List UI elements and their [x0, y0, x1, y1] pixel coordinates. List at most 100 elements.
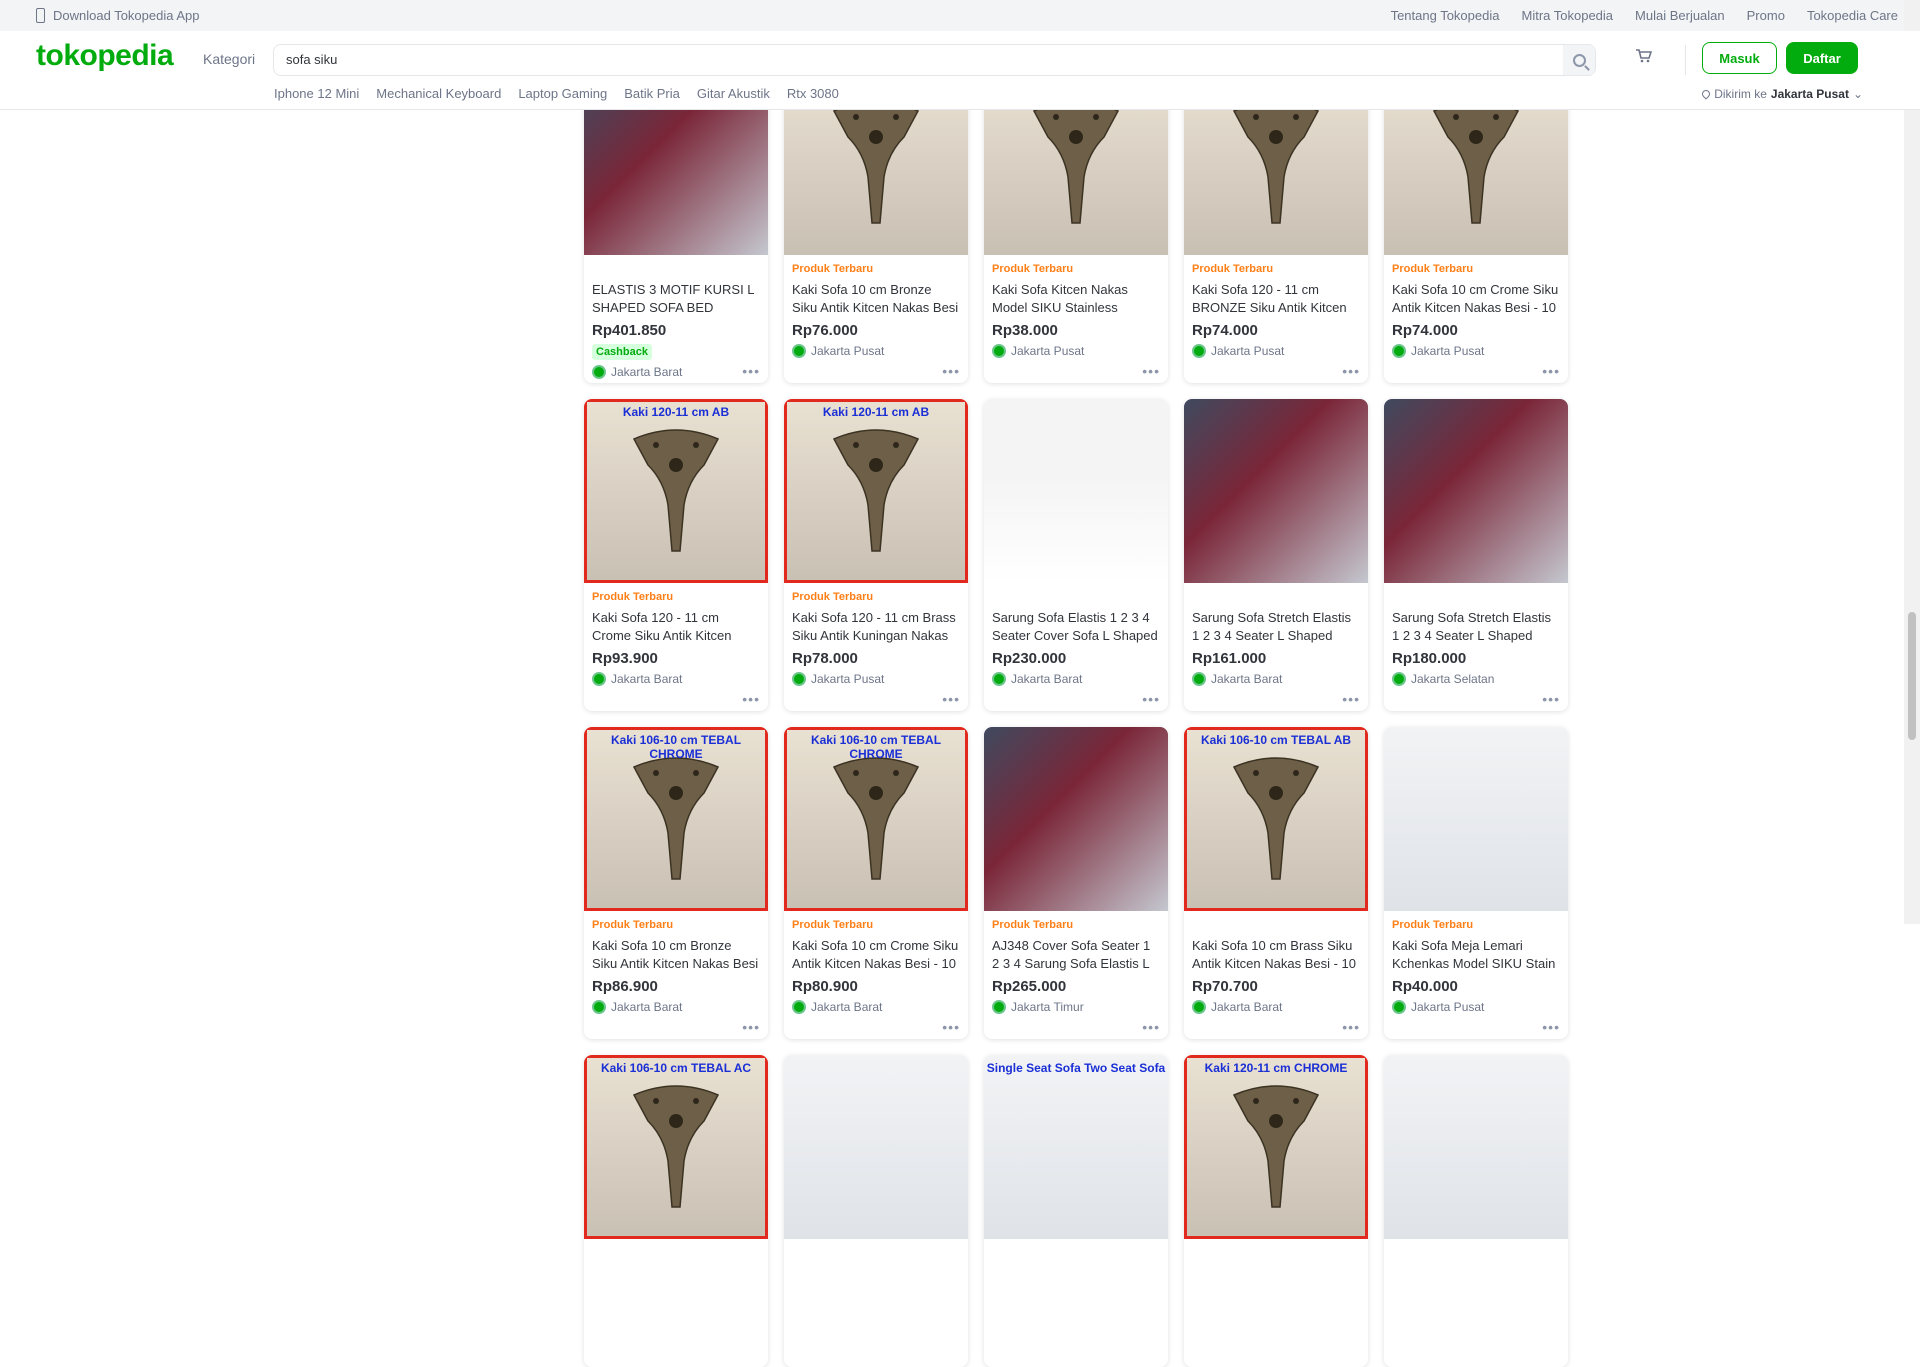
product-image[interactable]	[1384, 1055, 1568, 1239]
more-options-icon[interactable]: •••	[1142, 692, 1160, 706]
product-card[interactable]: Kaki 106-10 cm TEBAL CHROME Produk Terbar…	[784, 727, 968, 1039]
product-image[interactable]: Single Seat Sofa Two Seat Sofa	[984, 1055, 1168, 1239]
location-label: Jakarta Barat	[811, 1000, 883, 1014]
product-image[interactable]	[984, 727, 1168, 911]
more-options-icon[interactable]: •••	[942, 692, 960, 706]
scrollbar-thumb[interactable]	[1908, 612, 1916, 740]
suggestion-link[interactable]: Mechanical Keyboard	[376, 86, 501, 101]
more-options-icon[interactable]: •••	[1542, 692, 1560, 706]
product-card[interactable]: Kaki 120-11 cm AB Produk Terbaru Kaki Sofa…	[784, 399, 968, 711]
product-title[interactable]: ELASTIS 3 MOTIF KURSI L SHAPED SOFA BED …	[592, 281, 760, 317]
more-options-icon[interactable]: •••	[1342, 692, 1360, 706]
register-button[interactable]: Daftar	[1786, 42, 1858, 74]
more-options-icon[interactable]: •••	[1542, 1020, 1560, 1034]
product-title[interactable]	[592, 1265, 760, 1301]
product-card[interactable]: Kaki 120-11 cm AB Produk Terbaru Kaki Sofa…	[584, 399, 768, 711]
product-card[interactable]: Kaki 106-10 cm TEBAL AC	[584, 1055, 768, 1367]
product-title[interactable]: Kaki Sofa 120 - 11 cm BRONZE Siku Antik …	[1192, 281, 1360, 317]
product-title[interactable]: Kaki Sofa 120 - 11 cm Crome Siku Antik K…	[592, 609, 760, 645]
product-card[interactable]	[1384, 1055, 1568, 1367]
product-price: Rp86.900	[592, 978, 658, 995]
more-options-icon[interactable]: •••	[1542, 364, 1560, 378]
product-info: Produk Terbaru Kaki Sofa 10 cm Crome Siku…	[1384, 255, 1568, 358]
product-card[interactable]: Kaki 106-10 cm TEBAL AB Kaki Sofa 10 cm B…	[1184, 727, 1368, 1039]
product-title[interactable]: Sarung Sofa Stretch Elastis 1 2 3 4 Seat…	[1392, 609, 1560, 645]
more-options-icon[interactable]: •••	[942, 364, 960, 378]
product-card[interactable]: Kaki 106-10 cm TEBAL CHROME Produk Terbar…	[584, 727, 768, 1039]
product-image[interactable]	[1384, 399, 1568, 583]
product-card[interactable]: Single Seat Sofa Two Seat Sofa	[984, 1055, 1168, 1367]
kategori-menu[interactable]: Kategori	[203, 51, 255, 67]
product-title[interactable]: Sarung Sofa Stretch Elastis 1 2 3 4 Seat…	[1192, 609, 1360, 645]
more-options-icon[interactable]: •••	[742, 364, 760, 378]
product-card[interactable]: Kaki 120-11 cm CHROME	[1184, 1055, 1368, 1367]
product-image[interactable]: Kaki 106-10 cm TEBAL CHROME	[584, 727, 768, 911]
product-image[interactable]: Kaki 106-10 cm TEBAL AB	[1184, 727, 1368, 911]
product-title[interactable]: Kaki Sofa Kitcen Nakas Model SIKU Stainl…	[992, 281, 1160, 317]
product-image[interactable]	[1184, 399, 1368, 583]
product-image[interactable]: Kaki 120-11 cm AB	[584, 399, 768, 583]
product-card[interactable]: Sarung Sofa Stretch Elastis 1 2 3 4 Seat…	[1184, 399, 1368, 711]
top-link-tentang[interactable]: Tentang Tokopedia	[1391, 8, 1500, 23]
product-card[interactable]: Produk Terbaru Kaki Sofa Kitcen Nakas Mod…	[984, 71, 1168, 383]
product-title[interactable]: Kaki Sofa 10 cm Brass Siku Antik Kitcen …	[1192, 937, 1360, 973]
suggestion-link[interactable]: Gitar Akustik	[697, 86, 770, 101]
product-title[interactable]: Kaki Sofa Meja Lemari Kchenkas Model SIK…	[1392, 937, 1560, 973]
product-card[interactable]: Produk Terbaru AJ348 Cover Sofa Seater 1 …	[984, 727, 1168, 1039]
product-image[interactable]	[1384, 727, 1568, 911]
suggestion-link[interactable]: Iphone 12 Mini	[274, 86, 359, 101]
search-button[interactable]	[1563, 45, 1595, 75]
product-title[interactable]: Kaki Sofa 10 cm Bronze Siku Antik Kitcen…	[592, 937, 760, 973]
product-card[interactable]: Sarung Sofa Elastis 1 2 3 4 Seater Cover…	[984, 399, 1168, 711]
product-card[interactable]: Sarung Sofa Stretch Elastis 1 2 3 4 Seat…	[1384, 399, 1568, 711]
product-title[interactable]: Kaki Sofa 10 cm Crome Siku Antik Kitcen …	[1392, 281, 1560, 317]
top-link-mulai-berjualan[interactable]: Mulai Berjualan	[1635, 8, 1725, 23]
search-input[interactable]	[286, 52, 1546, 67]
suggestion-link[interactable]: Batik Pria	[624, 86, 680, 101]
product-card[interactable]: Produk Terbaru Kaki Sofa 120 - 11 cm BRON…	[1184, 71, 1368, 383]
product-price: Rp70.700	[1192, 978, 1258, 995]
product-title[interactable]: Kaki Sofa 120 - 11 cm Brass Siku Antik K…	[792, 609, 960, 645]
product-card[interactable]: ELASTIS 3 MOTIF KURSI L SHAPED SOFA BED …	[584, 71, 768, 383]
product-title[interactable]: Kaki Sofa 10 cm Crome Siku Antik Kitcen …	[792, 937, 960, 973]
more-options-icon[interactable]: •••	[1142, 1020, 1160, 1034]
top-link-care[interactable]: Tokopedia Care	[1807, 8, 1898, 23]
product-image[interactable]: Kaki 106-10 cm TEBAL CHROME	[784, 727, 968, 911]
product-price: Rp38.000	[992, 322, 1058, 339]
more-options-icon[interactable]: •••	[1342, 364, 1360, 378]
tokopedia-logo[interactable]: tokopedia	[36, 39, 174, 73]
location-value: Jakarta Pusat	[1770, 87, 1849, 101]
product-title[interactable]: Kaki Sofa 10 cm Bronze Siku Antik Kitcen…	[792, 281, 960, 317]
product-title[interactable]	[1192, 1265, 1360, 1301]
product-title[interactable]	[792, 1265, 960, 1301]
product-image[interactable]: Kaki 120-11 cm AB	[784, 399, 968, 583]
suggestion-link[interactable]: Rtx 3080	[787, 86, 839, 101]
product-title[interactable]: Sarung Sofa Elastis 1 2 3 4 Seater Cover…	[992, 609, 1160, 645]
top-link-promo[interactable]: Promo	[1747, 8, 1785, 23]
login-button[interactable]: Masuk	[1702, 42, 1777, 74]
product-image[interactable]: Kaki 120-11 cm CHROME	[1184, 1055, 1368, 1239]
product-card[interactable]: Produk Terbaru Kaki Sofa 10 cm Crome Siku…	[1384, 71, 1568, 383]
cart-icon[interactable]	[1636, 49, 1652, 63]
product-card[interactable]: Produk Terbaru Kaki Sofa 10 cm Bronze Sik…	[784, 71, 968, 383]
more-options-icon[interactable]: •••	[942, 1020, 960, 1034]
more-options-icon[interactable]: •••	[1342, 1020, 1360, 1034]
product-title[interactable]: AJ348 Cover Sofa Seater 1 2 3 4 Sarung S…	[992, 937, 1160, 973]
more-options-icon[interactable]: •••	[742, 1020, 760, 1034]
product-title[interactable]	[992, 1265, 1160, 1301]
product-image[interactable]: Kaki 106-10 cm TEBAL AC	[584, 1055, 768, 1239]
product-image[interactable]	[984, 399, 1168, 583]
download-app-link[interactable]: Download Tokopedia App	[36, 8, 200, 23]
page-scrollbar[interactable]	[1904, 0, 1920, 924]
more-options-icon[interactable]: •••	[742, 692, 760, 706]
product-image[interactable]	[784, 1055, 968, 1239]
product-card[interactable]: Produk Terbaru Kaki Sofa Meja Lemari Kche…	[1384, 727, 1568, 1039]
delivery-location[interactable]: Dikirim ke Jakarta Pusat ⌄	[1700, 87, 1863, 101]
image-caption: Kaki 106-10 cm TEBAL AC	[600, 1061, 752, 1075]
location-label: Jakarta Barat	[611, 1000, 683, 1014]
suggestion-link[interactable]: Laptop Gaming	[518, 86, 607, 101]
product-card[interactable]	[784, 1055, 968, 1367]
top-link-mitra[interactable]: Mitra Tokopedia	[1521, 8, 1613, 23]
more-options-icon[interactable]: •••	[1142, 364, 1160, 378]
product-title[interactable]	[1392, 1265, 1560, 1301]
